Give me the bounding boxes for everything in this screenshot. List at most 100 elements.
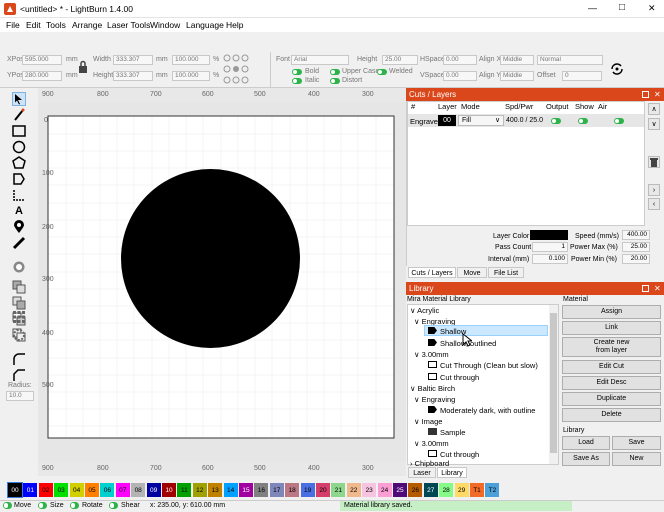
width-field[interactable]: 333.307 xyxy=(113,55,153,65)
float-panel-icon[interactable] xyxy=(642,91,649,98)
bold-toggle[interactable] xyxy=(292,69,302,75)
palette-swatch-27[interactable]: 27 xyxy=(423,483,438,497)
rectangle-icon[interactable] xyxy=(12,124,26,138)
rotate-toggle[interactable] xyxy=(70,502,79,509)
palette-swatch-02[interactable]: 02 xyxy=(38,483,53,497)
edit-nodes-icon[interactable] xyxy=(12,108,26,122)
save-as-button[interactable]: Save As xyxy=(562,452,610,466)
menu-arrange[interactable]: Arrange xyxy=(72,20,102,30)
menu-window[interactable]: Window xyxy=(150,20,180,30)
tree-item-moderately-dark[interactable]: Moderately dark, with outline xyxy=(428,406,535,415)
palette-swatch-10[interactable]: 10 xyxy=(162,483,176,497)
scale-height-field[interactable]: 100.000 xyxy=(172,71,210,81)
tree-item-cut-through-2[interactable]: Cut through xyxy=(428,450,479,459)
menu-edit[interactable]: Edit xyxy=(26,20,41,30)
tree-item-acrylic[interactable]: ∨ Acrylic xyxy=(410,306,439,315)
palette-swatch-01[interactable]: 01 xyxy=(23,483,38,497)
palette-swatch-16[interactable]: 16 xyxy=(254,483,269,497)
move-layer-up-button[interactable]: ∧ xyxy=(648,103,660,115)
palette-swatch-21[interactable]: 21 xyxy=(331,483,346,497)
show-toggle[interactable] xyxy=(578,118,588,124)
hspace-field[interactable]: 0.00 xyxy=(443,55,477,65)
palette-swatch-15[interactable]: 15 xyxy=(239,483,253,497)
tree-item-shallow[interactable]: Shallow xyxy=(428,327,466,336)
palette-swatch-17[interactable]: 17 xyxy=(269,483,284,497)
shear-toggle[interactable] xyxy=(109,502,118,509)
palette-swatch-25[interactable]: 25 xyxy=(393,483,407,497)
palette-swatch-06[interactable]: 06 xyxy=(100,483,115,497)
move-layer-down-button[interactable]: ∨ xyxy=(648,118,660,130)
palette-swatch-24[interactable]: 24 xyxy=(377,483,392,497)
tab-laser[interactable]: Laser xyxy=(408,467,436,478)
polygon-icon[interactable] xyxy=(12,156,26,170)
palette-swatch-14[interactable]: 14 xyxy=(223,483,238,497)
ypos-field[interactable]: 280.000 xyxy=(22,71,62,81)
maximize-button[interactable]: □ xyxy=(619,2,625,13)
create-from-layer-button[interactable]: Create new from layer xyxy=(562,337,661,357)
radius-field[interactable]: 10.0 xyxy=(6,391,34,401)
scale-width-field[interactable]: 100.000 xyxy=(172,55,210,65)
new-library-button[interactable]: New xyxy=(612,452,661,466)
layer-color-swatch[interactable] xyxy=(530,230,568,240)
font-select[interactable]: Arial xyxy=(291,55,349,65)
tree-item-sample[interactable]: Sample xyxy=(428,428,465,437)
palette-swatch-03[interactable]: 03 xyxy=(54,483,69,497)
workspace-canvas[interactable] xyxy=(38,88,406,476)
layer-row[interactable]: Engrave 00 Fill ∨ 400.0 / 25.0 xyxy=(408,114,644,127)
marker-icon[interactable] xyxy=(12,220,26,234)
load-button[interactable]: Load xyxy=(562,436,610,450)
delete-layer-button[interactable] xyxy=(648,156,660,168)
array-icon[interactable] xyxy=(12,310,26,324)
circular-array-icon[interactable] xyxy=(12,328,26,342)
palette-swatch-19[interactable]: 19 xyxy=(300,483,315,497)
palette-swatch-13[interactable]: 13 xyxy=(208,483,223,497)
position-laser-icon[interactable] xyxy=(12,188,26,202)
move-toggle[interactable] xyxy=(3,502,12,509)
ellipse-icon[interactable] xyxy=(12,140,26,154)
offset-field[interactable]: 0 xyxy=(562,71,602,81)
close-button[interactable]: ✕ xyxy=(648,3,656,14)
interval-field[interactable]: 0.100 xyxy=(532,254,568,264)
palette-swatch-28[interactable]: 28 xyxy=(439,483,454,497)
palette-swatch-29[interactable]: 29 xyxy=(454,483,469,497)
vspace-field[interactable]: 0.00 xyxy=(443,71,477,81)
tree-item-cut-through[interactable]: Cut through xyxy=(428,373,479,382)
alignx-select[interactable]: Middle xyxy=(500,55,534,65)
mode-dropdown[interactable]: Fill ∨ xyxy=(458,115,504,126)
float-library-icon[interactable] xyxy=(642,285,649,292)
tree-item-engraving-2[interactable]: ∨ Engraving xyxy=(414,395,455,404)
distort-toggle[interactable] xyxy=(330,78,340,84)
tree-item-3mm[interactable]: ∨ 3.00mm xyxy=(414,350,449,359)
close-panel-icon[interactable]: ✕ xyxy=(654,88,661,101)
duplicate-button[interactable]: Duplicate xyxy=(562,392,661,406)
palette-swatch-20[interactable]: 20 xyxy=(316,483,330,497)
measure-icon[interactable] xyxy=(12,236,26,250)
aligny-select[interactable]: Middle xyxy=(500,71,534,81)
corner-chamfer-icon[interactable] xyxy=(12,368,26,382)
menu-laser-tools[interactable]: Laser Tools xyxy=(107,20,150,30)
palette-swatch-18[interactable]: 18 xyxy=(285,483,300,497)
select-icon[interactable] xyxy=(12,92,26,106)
menu-help[interactable]: Help xyxy=(226,20,243,30)
circle-shape[interactable] xyxy=(121,169,300,348)
menu-language[interactable]: Language xyxy=(186,20,224,30)
edit-cut-button[interactable]: Edit Cut xyxy=(562,360,661,374)
palette-swatch-07[interactable]: 07 xyxy=(115,483,130,497)
tree-item-cut-clean[interactable]: Cut Through (Clean but slow) xyxy=(428,361,538,370)
uppercase-toggle[interactable] xyxy=(330,69,340,75)
offset-shapes-icon[interactable] xyxy=(12,260,26,274)
welded-toggle[interactable] xyxy=(377,69,387,75)
tab-library[interactable]: Library xyxy=(437,467,467,478)
prev-button[interactable]: ‹ xyxy=(648,198,660,210)
power-max-field[interactable]: 25.00 xyxy=(622,242,650,252)
menu-file[interactable]: File xyxy=(6,20,20,30)
palette-swatch-22[interactable]: 22 xyxy=(346,483,361,497)
xpos-field[interactable]: 595.000 xyxy=(22,55,62,65)
tree-item-3mm-2[interactable]: ∨ 3.00mm xyxy=(414,439,449,448)
assign-button[interactable]: Assign xyxy=(562,305,661,319)
pass-count-field[interactable]: 1 xyxy=(532,242,568,252)
tab-file-list[interactable]: File List xyxy=(488,267,524,278)
lock-icon[interactable] xyxy=(78,60,88,74)
air-toggle[interactable] xyxy=(614,118,624,124)
origin-selector[interactable] xyxy=(223,54,249,84)
